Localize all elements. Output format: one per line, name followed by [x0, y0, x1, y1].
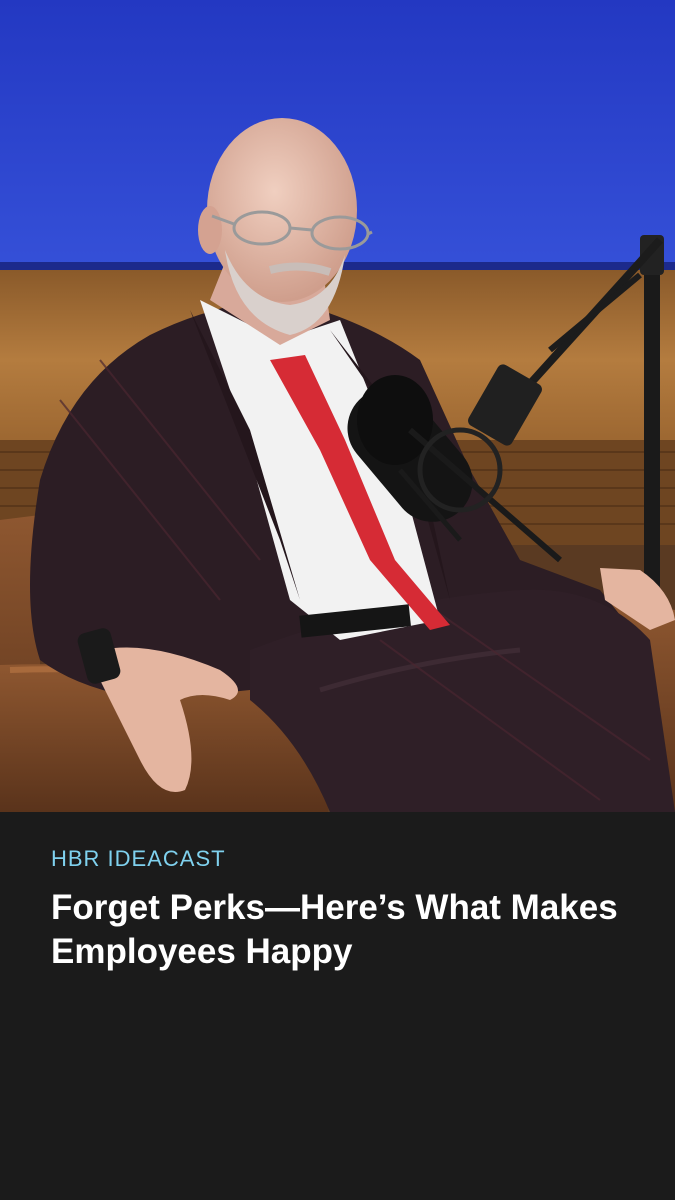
podcast-guest-photo	[0, 0, 675, 812]
post-card: HBR IDEACAST Forget Perks—Here’s What Ma…	[0, 0, 675, 1200]
caption-panel: HBR IDEACAST Forget Perks—Here’s What Ma…	[0, 812, 675, 1200]
podcast-kicker: HBR IDEACAST	[51, 846, 226, 871]
episode-headline: Forget Perks—Here’s What Makes Employees…	[51, 888, 618, 971]
